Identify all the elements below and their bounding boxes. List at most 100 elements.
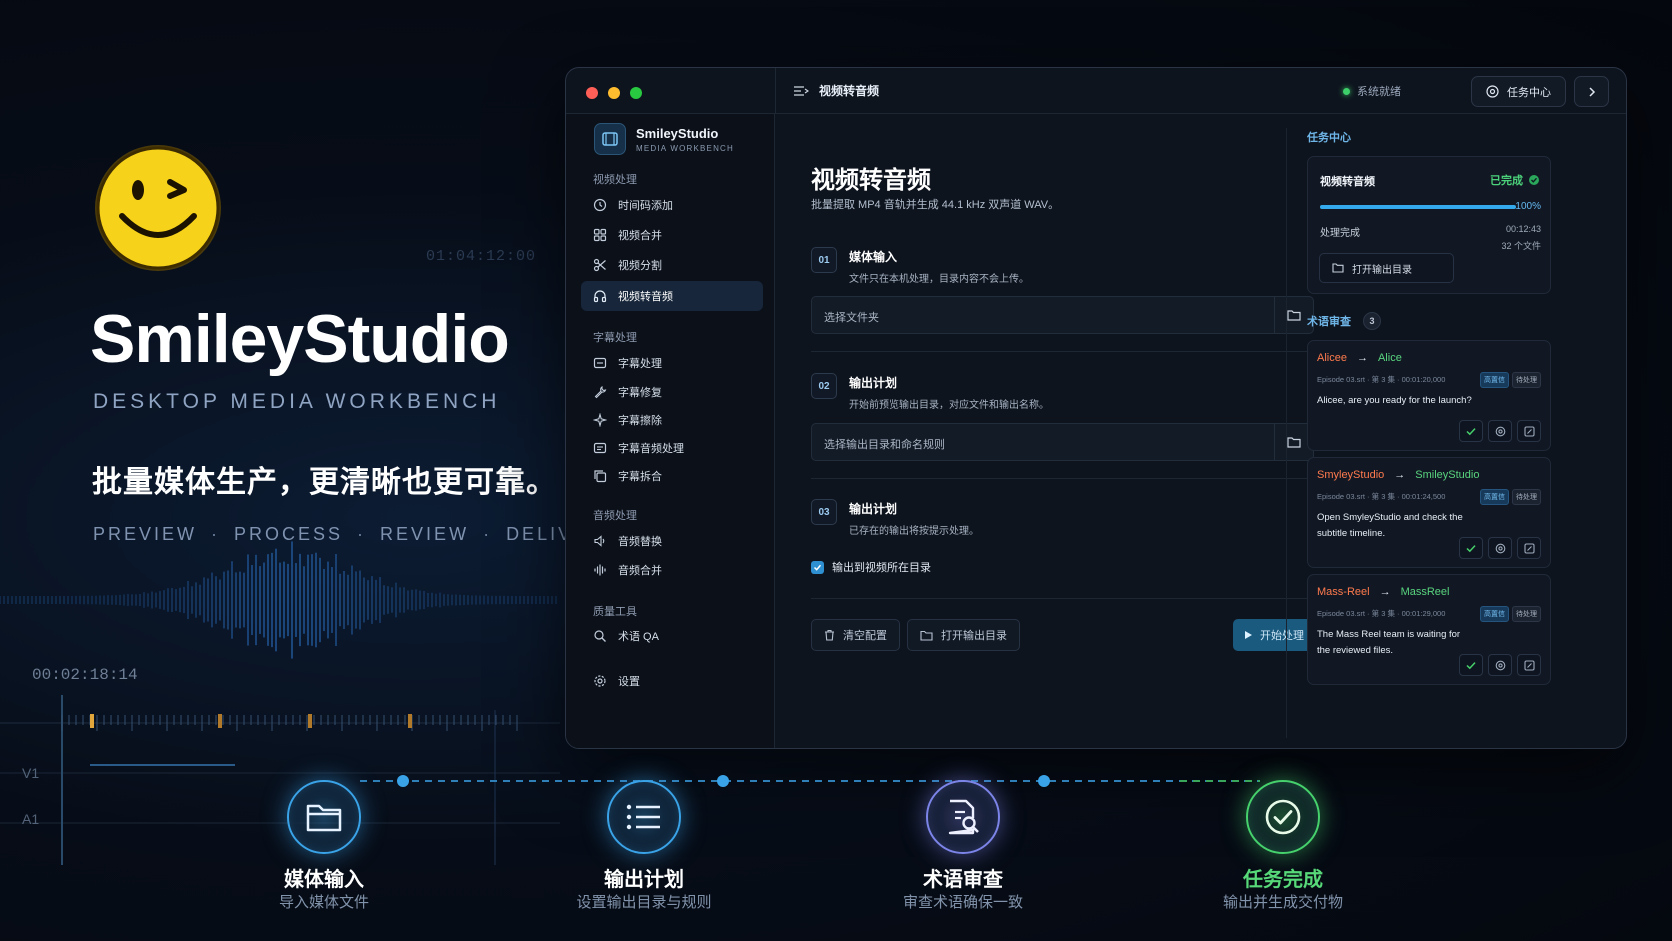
tag-high-confidence: 高置信	[1480, 489, 1509, 505]
wrench-icon	[594, 385, 607, 399]
folder-icon	[1287, 310, 1301, 321]
clear-config-button[interactable]: 清空配置	[811, 619, 900, 651]
hero-tagline: 批量媒体生产，更清晰也更可靠。	[92, 466, 557, 499]
timeline-marker	[408, 714, 412, 728]
search-icon	[594, 630, 606, 642]
step-description: 已存在的输出将按提示处理。	[849, 526, 979, 537]
pipeline-step-title: 输出计划	[604, 869, 684, 891]
maximize-window-button[interactable]	[630, 87, 642, 99]
qa-term-from: Mass-Reel	[1317, 586, 1370, 598]
task-open-output-button[interactable]: 打开输出目录	[1319, 253, 1454, 283]
input-folder-placeholder: 选择文件夹	[824, 312, 879, 324]
task-progress-bar	[1320, 205, 1516, 209]
task-progress-label: 100%	[1515, 201, 1541, 212]
sidebar-item-timecode[interactable]: 时间码添加	[581, 190, 763, 220]
sidebar-item-label: 字幕处理	[618, 358, 662, 370]
edit-icon	[1523, 542, 1535, 554]
minimize-window-button[interactable]	[608, 87, 620, 99]
ignore-icon	[1495, 426, 1505, 436]
sidebar-item-settings[interactable]: 设置	[581, 666, 763, 696]
term-review-count: 3	[1363, 312, 1381, 330]
open-output-dir-button[interactable]: 打开输出目录	[907, 619, 1020, 651]
close-window-button[interactable]	[586, 87, 598, 99]
ignore-button[interactable]	[1488, 654, 1512, 676]
step-title: 输出计划	[849, 502, 898, 516]
accept-button[interactable]	[1459, 537, 1483, 559]
edit-button[interactable]	[1517, 654, 1541, 676]
qa-term-pair: Alicee → Alice	[1317, 352, 1402, 364]
sidebar-item-video-merge[interactable]: 视频合并	[581, 220, 763, 250]
sidebar-item-subtitle-repair[interactable]: 字幕修复	[581, 377, 763, 407]
output-plan-placeholder: 选择输出目录和命名规则	[824, 439, 945, 451]
step-title: 媒体输入	[849, 250, 898, 264]
qa-card[interactable]: Mass-Reel → MassReel Episode 03.srt · 第 …	[1307, 574, 1551, 685]
task-state-text: 已完成	[1490, 175, 1523, 187]
pipeline-step-subtitle: 输出并生成交付物	[1222, 894, 1343, 911]
qa-text-line: Alicee, are you ready for the launch?	[1317, 395, 1472, 406]
pipeline-step-subtitle: 审查术语确保一致	[902, 894, 1023, 911]
subtitle-icon	[593, 357, 607, 369]
start-processing-label: 开始处理	[1260, 630, 1304, 642]
ignore-button[interactable]	[1488, 537, 1512, 559]
hero-title: SmileyStudio	[90, 301, 510, 377]
tag-pending: 待处理	[1512, 606, 1541, 622]
sidebar-divider	[775, 68, 776, 114]
accept-button[interactable]	[1459, 420, 1483, 442]
sidebar-item-audio-merge[interactable]: 音频合并	[581, 555, 763, 585]
edit-button[interactable]	[1517, 537, 1541, 559]
grid-icon	[593, 228, 607, 242]
step-number: 01	[811, 247, 837, 273]
qa-term-from: SmyleyStudio	[1317, 469, 1385, 481]
sidebar-item-video-split[interactable]: 视频分割	[581, 250, 763, 280]
qa-term-to: Alice	[1377, 352, 1402, 364]
output-plan-field[interactable]: 选择输出目录和命名规则	[811, 423, 1314, 461]
sidebar-item-label: 字幕修复	[618, 387, 662, 399]
folder-icon	[306, 804, 342, 832]
audio-wave-icon	[594, 564, 606, 576]
qa-text-line: the reviewed files.	[1317, 645, 1394, 656]
headphones-icon	[593, 290, 607, 303]
step-description: 开始前预览输出目录，对应文件和输出名称。	[849, 400, 1049, 411]
checkbox-checked[interactable]	[811, 560, 824, 574]
check-icon	[1466, 544, 1476, 552]
input-folder-field[interactable]: 选择文件夹	[811, 296, 1314, 334]
start-processing-button[interactable]: 开始处理	[1233, 619, 1315, 651]
sidebar-item-subtitle-erase[interactable]: 字幕擦除	[581, 405, 763, 435]
sidebar-item-label: 字幕拆合	[618, 471, 662, 483]
task-name: 视频转音频	[1320, 176, 1375, 188]
sidebar-item-subtitle-audio[interactable]: 字幕音频处理	[581, 433, 763, 463]
task-center-button[interactable]: 任务中心	[1471, 76, 1566, 107]
trash-icon	[825, 629, 834, 641]
track-label-video: V1	[22, 765, 40, 781]
sidebar-item-term-qa[interactable]: 术语 QA	[581, 621, 763, 651]
sidebar-item-video-to-audio[interactable]: 视频转音频	[581, 281, 763, 311]
pipeline-node-media-input	[287, 780, 361, 854]
qa-text: Alicee, are you ready for the launch?	[1317, 393, 1472, 409]
accept-button[interactable]	[1459, 654, 1483, 676]
sidebar-item-audio-replace[interactable]: 音频替换	[581, 526, 763, 556]
caption-audio-icon	[593, 442, 607, 454]
page-title: 视频转音频	[811, 167, 931, 194]
edit-button[interactable]	[1517, 420, 1541, 442]
output-to-source-checkbox[interactable]: 输出到视频所在目录	[811, 559, 931, 575]
qa-card[interactable]: SmyleyStudio → SmileyStudio Episode 03.s…	[1307, 457, 1551, 568]
sidebar-item-subtitle-process[interactable]: 字幕处理	[581, 348, 763, 378]
clear-config-label: 清空配置	[843, 630, 887, 642]
pipeline-step-title: 任务完成	[1243, 869, 1323, 891]
chevron-right-icon	[1588, 86, 1595, 97]
chevron-right-button[interactable]	[1574, 76, 1609, 107]
ignore-button[interactable]	[1488, 420, 1512, 442]
sidebar-item-label: 视频分割	[618, 260, 662, 272]
check-icon	[1466, 427, 1476, 435]
menu-icon[interactable]	[793, 84, 809, 98]
qa-card[interactable]: Alicee → Alice Episode 03.srt · 第 3 集 · …	[1307, 340, 1551, 451]
pipeline-connector	[360, 775, 1260, 787]
smiley-logo-icon	[95, 145, 221, 271]
step-description: 文件只在本机处理，目录内容不会上传。	[849, 274, 1029, 285]
speaker-icon	[594, 535, 605, 547]
audio-waveform-decoration	[0, 541, 557, 659]
window-controls	[586, 87, 642, 99]
toolbar-title: 视频转音频	[793, 82, 879, 99]
sidebar-item-subtitle-split-merge[interactable]: 字幕拆合	[581, 461, 763, 491]
background-timecode: 01:04:12:00	[426, 248, 537, 265]
